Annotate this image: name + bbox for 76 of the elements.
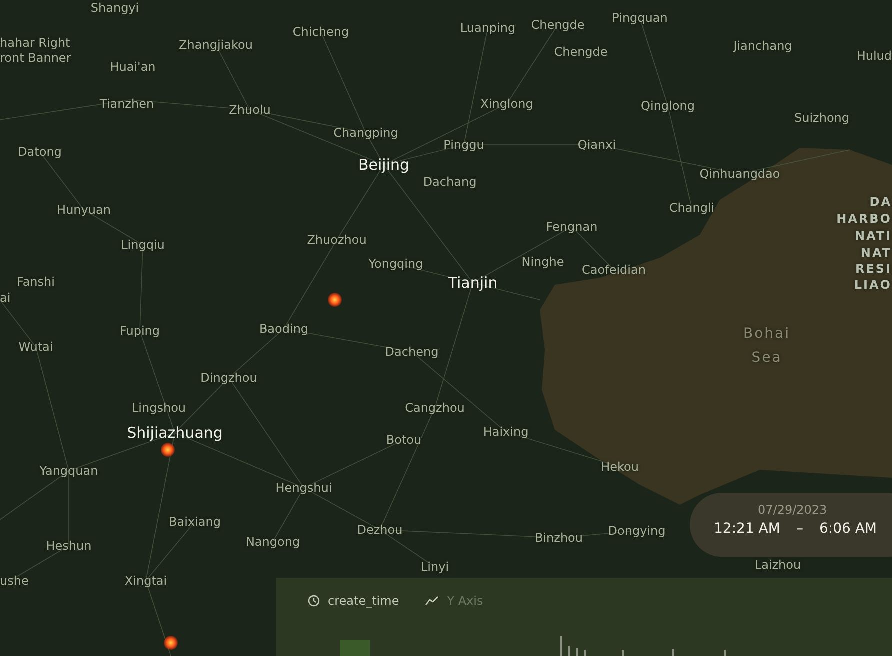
town-label: Linyi — [420, 560, 450, 574]
sea-label: Bohai — [744, 326, 790, 342]
town-label: Hengshui — [276, 481, 332, 495]
town-label: Zhangjiakou — [179, 38, 253, 52]
town-label: Dingzhou — [200, 371, 258, 385]
town-label: Zhuolu — [229, 103, 271, 117]
town-label: Huai'an — [110, 60, 156, 74]
town-label: Zhuozhou — [307, 233, 367, 247]
town-label: Xingtai — [124, 574, 168, 588]
town-label: Wutai — [18, 340, 54, 354]
town-label: Yangquan — [40, 464, 98, 478]
town-label: Xinglong — [480, 97, 534, 111]
reserve-label: DA — [870, 195, 892, 209]
town-label: Changli — [669, 201, 715, 215]
heat-point — [164, 636, 178, 650]
town-label: Fanshi — [17, 275, 55, 289]
town-label: Pingquan — [612, 11, 668, 25]
end-time: 6:06 AM — [819, 521, 877, 537]
town-label: Suizhong — [794, 111, 850, 125]
town-label: Laizhou — [754, 558, 802, 572]
town-label: Datong — [18, 145, 62, 159]
town-label: Baixiang — [169, 515, 221, 529]
town-label: Fengnan — [546, 220, 598, 234]
town-label: Luanping — [460, 21, 516, 35]
town-label: ai — [0, 291, 11, 305]
town-label: Dachang — [423, 175, 477, 189]
town-label: ront Banner — [0, 51, 72, 65]
city-label: Beijing — [358, 156, 410, 174]
town-label: Chengde — [554, 45, 608, 59]
heat-point — [161, 443, 175, 457]
town-label: Pinggu — [444, 138, 484, 152]
town-label: Chicheng — [292, 25, 350, 39]
town-label: Baoding — [259, 322, 309, 336]
reserve-label: HARBO — [836, 212, 892, 226]
town-label: Haixing — [483, 425, 529, 439]
date-text: 07/29/2023 — [758, 503, 828, 517]
town-label: Hekou — [601, 460, 639, 474]
town-label: Shangyi — [90, 1, 140, 15]
town-label: Lingshou — [132, 401, 186, 415]
town-label: Fuping — [120, 324, 160, 338]
start-time: 12:21 AM — [714, 521, 780, 537]
town-label: Lingqiu — [121, 238, 165, 252]
town-label: Yongqing — [368, 257, 424, 271]
line-chart-icon — [425, 596, 440, 606]
town-label: Qianxi — [578, 138, 616, 152]
town-label: Ninghe — [522, 255, 564, 269]
town-label: Caofeidian — [582, 263, 646, 277]
town-label: Binzhou — [534, 531, 584, 545]
town-label: Dezhou — [357, 523, 403, 537]
town-label: Dongying — [608, 524, 666, 538]
town-label: Hunyuan — [57, 203, 111, 217]
town-label: Qinhuangdao — [700, 167, 780, 181]
city-label: Shijiazhuang — [127, 424, 223, 442]
town-label: Jianchang — [734, 39, 792, 53]
town-label: Tianzhen — [100, 97, 154, 111]
x-axis-field[interactable]: create_time — [328, 594, 400, 608]
town-label: Cangzhou — [405, 401, 465, 415]
town-label: ushe — [0, 574, 29, 588]
town-label: Chengde — [531, 18, 585, 32]
reserve-label: NATI — [854, 229, 892, 243]
town-label: Dacheng — [385, 345, 439, 359]
reserve-label: LIAO — [854, 278, 892, 292]
range-separator: – — [796, 521, 804, 537]
sea-label: Sea — [752, 350, 782, 366]
town-label: Hulud — [856, 49, 892, 63]
town-label: Heshun — [46, 539, 92, 553]
clock-icon — [308, 595, 320, 607]
town-label: Botou — [386, 433, 422, 447]
town-label: Changping — [334, 126, 398, 140]
reserve-label: NAT — [860, 246, 892, 260]
reserve-label: RESI — [855, 262, 892, 276]
town-label: Qinglong — [641, 99, 695, 113]
town-label: Nangong — [246, 535, 300, 549]
city-label: Tianjin — [448, 274, 498, 292]
town-label: hahar Right — [0, 36, 70, 50]
heat-point — [328, 293, 342, 307]
